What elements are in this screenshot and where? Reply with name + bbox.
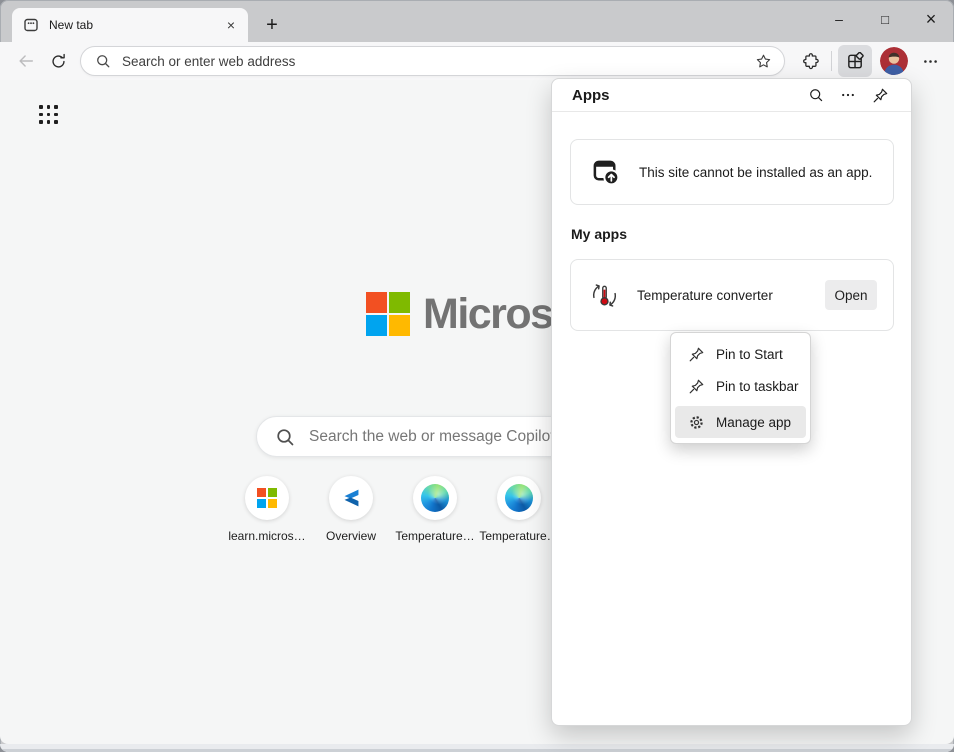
menu-item-label: Pin to taskbar [716, 379, 799, 394]
app-name: Temperature converter [637, 288, 825, 303]
maximize-button[interactable]: □ [862, 0, 908, 38]
app-context-menu: Pin to Start Pin to taskbar Manage app [670, 332, 811, 444]
shortcut-temperature-2[interactable]: Temperature… [477, 476, 561, 543]
tab-strip: New tab × + – □ × [0, 0, 954, 42]
pin-icon[interactable] [867, 82, 893, 108]
address-bar[interactable] [80, 46, 785, 76]
more-dots-icon[interactable] [835, 82, 861, 108]
new-tab-button[interactable]: + [258, 11, 286, 39]
microsoft-squares-icon [245, 476, 289, 520]
apps-panel-header: Apps [552, 79, 911, 112]
shortcut-label: learn.micros… [228, 529, 305, 543]
shortcuts-row: learn.micros… Overview Temperature… Temp… [225, 476, 561, 543]
install-status-card: This site cannot be installed as an app. [570, 139, 894, 205]
app-launcher-waffle-icon[interactable] [37, 103, 60, 126]
edge-logo-icon [413, 476, 457, 520]
menu-item-pin-to-taskbar[interactable]: Pin to taskbar [675, 370, 806, 402]
edge-logo-icon [497, 476, 541, 520]
shortcut-learn-microsoft[interactable]: learn.micros… [225, 476, 309, 543]
apps-panel-title: Apps [572, 87, 797, 104]
menu-item-label: Manage app [716, 415, 791, 430]
apps-grid-icon[interactable] [838, 45, 872, 77]
install-status-text: This site cannot be installed as an app. [639, 165, 872, 180]
shortcut-temperature-1[interactable]: Temperature… [393, 476, 477, 543]
close-button[interactable]: × [908, 0, 954, 38]
gear-icon [687, 413, 705, 431]
browser-window: New tab × + – □ × [0, 0, 954, 752]
pin-icon [687, 345, 705, 363]
tab-title: New tab [49, 18, 222, 32]
profile-avatar[interactable] [880, 47, 908, 75]
temperature-converter-icon [589, 280, 620, 311]
install-app-icon [591, 157, 622, 188]
shortcut-label: Temperature… [479, 529, 558, 543]
app-card-temperature-converter[interactable]: Temperature converter Open [570, 259, 894, 331]
window-bottom-frame [0, 744, 954, 752]
minimize-button[interactable]: – [816, 0, 862, 38]
ms-learn-icon [329, 476, 373, 520]
more-dots-icon[interactable] [916, 47, 944, 75]
menu-item-manage-app[interactable]: Manage app [675, 406, 806, 438]
refresh-icon[interactable] [44, 47, 72, 75]
tab-new-tab[interactable]: New tab × [12, 8, 248, 42]
menu-item-label: Pin to Start [716, 347, 783, 362]
toolbar-divider [831, 51, 832, 71]
search-icon [275, 427, 295, 447]
search-icon[interactable] [803, 82, 829, 108]
shortcut-label: Temperature… [395, 529, 474, 543]
extensions-puzzle-icon[interactable] [797, 47, 825, 75]
shortcut-label: Overview [326, 529, 376, 543]
menu-item-pin-to-start[interactable]: Pin to Start [675, 338, 806, 370]
toolbar [0, 42, 954, 80]
search-icon [95, 53, 111, 69]
my-apps-heading: My apps [571, 226, 911, 242]
window-controls: – □ × [816, 0, 954, 38]
tab-favicon-icon [23, 17, 39, 33]
tab-close-icon[interactable]: × [222, 16, 240, 34]
open-app-button[interactable]: Open [825, 280, 877, 310]
favorite-star-icon[interactable] [751, 49, 776, 74]
pin-icon [687, 377, 705, 395]
microsoft-squares-icon [366, 292, 410, 336]
address-input[interactable] [122, 54, 751, 69]
shortcut-overview[interactable]: Overview [309, 476, 393, 543]
back-icon[interactable] [12, 47, 40, 75]
